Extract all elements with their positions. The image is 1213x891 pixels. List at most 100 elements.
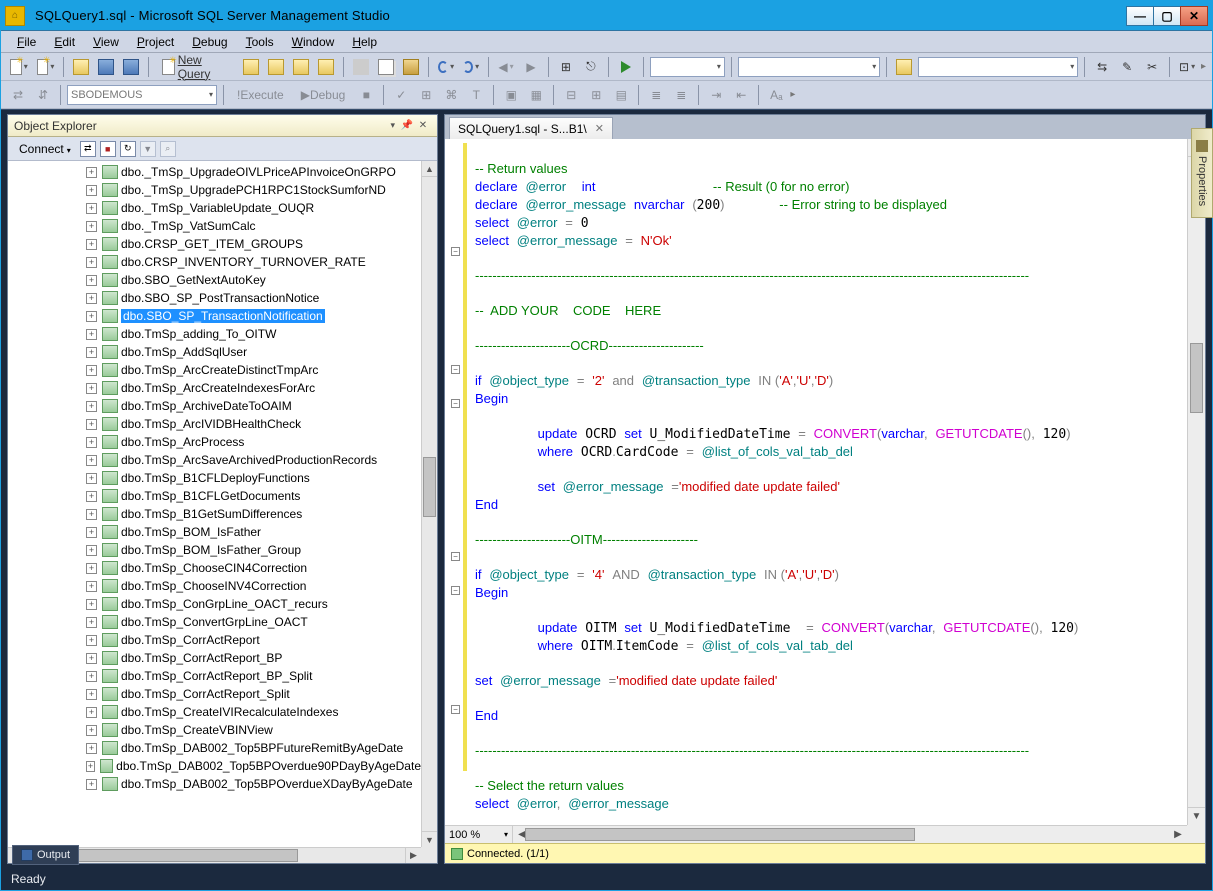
tree-node[interactable]: +dbo._TmSp_VatSumCalc <box>8 217 421 235</box>
query-option-3[interactable] <box>290 56 312 78</box>
tab-close-icon[interactable]: ✕ <box>595 122 604 135</box>
tree-node[interactable]: +dbo.TmSp_ArcCreateIndexesForArc <box>8 379 421 397</box>
results-file-button[interactable]: ▤ <box>610 84 632 106</box>
expander-icon[interactable]: + <box>86 419 97 430</box>
window-position-icon[interactable]: ▾ <box>390 120 395 131</box>
close-button[interactable]: ✕ <box>1180 6 1208 26</box>
change-conn-icon[interactable]: ⇵ <box>32 84 54 106</box>
parse-button[interactable]: ✓ <box>390 84 412 106</box>
menu-window[interactable]: Window <box>284 33 343 51</box>
tree-node[interactable]: +dbo.TmSp_ArcCreateDistinctTmpArc <box>8 361 421 379</box>
tree-vertical-scrollbar[interactable]: ▲▼ <box>421 161 437 847</box>
tree-node[interactable]: +dbo.TmSp_BOM_IsFather <box>8 523 421 541</box>
tree-node[interactable]: +dbo.TmSp_adding_To_OITW <box>8 325 421 343</box>
estimated-plan-button[interactable]: ⊞ <box>415 84 437 106</box>
expander-icon[interactable]: + <box>86 563 97 574</box>
tree-node[interactable]: +dbo.TmSp_B1CFLDeployFunctions <box>8 469 421 487</box>
misc-1[interactable]: ⇆ <box>1091 56 1113 78</box>
tree-node[interactable]: +dbo.TmSp_CorrActReport_BP <box>8 649 421 667</box>
query-option-1[interactable] <box>240 56 262 78</box>
find-combo[interactable]: ▾ <box>738 57 880 77</box>
tree-node[interactable]: +dbo.TmSp_ArcIVIDBHealthCheck <box>8 415 421 433</box>
menu-debug[interactable]: Debug <box>184 33 235 51</box>
tree-node[interactable]: +dbo.TmSp_ArchiveDateToOAIM <box>8 397 421 415</box>
intellisense-button[interactable]: T <box>465 84 487 106</box>
expander-icon[interactable]: + <box>86 743 97 754</box>
connect-button[interactable]: Connect <box>14 141 76 157</box>
expander-icon[interactable]: + <box>86 761 95 772</box>
tree-node[interactable]: +dbo.TmSp_ArcProcess <box>8 433 421 451</box>
copy-button[interactable] <box>375 56 397 78</box>
minimize-button[interactable]: — <box>1126 6 1154 26</box>
zoom-combo[interactable]: 100 %▾ <box>445 825 513 843</box>
tree-node[interactable]: +dbo.TmSp_B1GetSumDifferences <box>8 505 421 523</box>
menu-tools[interactable]: Tools <box>238 33 282 51</box>
query-option-2[interactable] <box>265 56 287 78</box>
tree-node[interactable]: +dbo._TmSp_VariableUpdate_OUQR <box>8 199 421 217</box>
expander-icon[interactable]: + <box>86 599 97 610</box>
menu-view[interactable]: View <box>85 33 127 51</box>
expander-icon[interactable]: + <box>86 653 97 664</box>
save-all-button[interactable] <box>120 56 142 78</box>
disconnect-icon[interactable]: ⇄ <box>80 141 96 157</box>
expander-icon[interactable]: + <box>86 257 97 268</box>
expander-icon[interactable]: + <box>86 203 97 214</box>
debug-target-combo[interactable]: ▾ <box>650 57 725 77</box>
tree-node[interactable]: +dbo._TmSp_UpgradePCH1RPC1StockSumforND <box>8 181 421 199</box>
tree-node[interactable]: +dbo.SBO_SP_TransactionNotification <box>8 307 421 325</box>
expander-icon[interactable]: + <box>86 167 97 178</box>
menu-project[interactable]: Project <box>129 33 182 51</box>
editor-tab[interactable]: SQLQuery1.sql - S...B1\ ✕ <box>449 117 613 139</box>
expander-icon[interactable]: + <box>86 455 97 466</box>
tree-node[interactable]: +dbo.TmSp_DAB002_Top5BPOverdueXDayByAgeD… <box>8 775 421 793</box>
open-button[interactable] <box>70 56 92 78</box>
tree-node[interactable]: +dbo.SBO_GetNextAutoKey <box>8 271 421 289</box>
output-panel-button[interactable]: Output <box>12 845 79 865</box>
expander-icon[interactable]: + <box>86 725 97 736</box>
editor-vertical-scrollbar[interactable]: ▲▼ <box>1187 139 1205 825</box>
menu-file[interactable]: File <box>9 33 44 51</box>
add-item-button[interactable] <box>34 56 58 78</box>
panel-close-icon[interactable]: ✕ <box>415 119 431 133</box>
tree-node[interactable]: +dbo.TmSp_ConvertGrpLine_OACT <box>8 613 421 631</box>
expander-icon[interactable]: + <box>86 473 97 484</box>
results-text-button[interactable]: ⊟ <box>560 84 582 106</box>
expander-icon[interactable]: + <box>86 707 97 718</box>
expander-icon[interactable]: + <box>86 275 97 286</box>
expander-icon[interactable]: + <box>86 185 97 196</box>
paste-button[interactable] <box>400 56 422 78</box>
tree-node[interactable]: +dbo.TmSp_DAB002_Top5BPOverdue90PDayByAg… <box>8 757 421 775</box>
comment-button[interactable]: ≣ <box>645 84 667 106</box>
tree-node[interactable]: +dbo.TmSp_CreateIVIRecalculateIndexes <box>8 703 421 721</box>
start-button[interactable] <box>615 56 637 78</box>
options-button[interactable]: ⊡ <box>1176 56 1198 78</box>
misc-2[interactable]: ✎ <box>1116 56 1138 78</box>
server-combo[interactable]: ▾ <box>918 57 1078 77</box>
refresh-icon[interactable]: ↻ <box>120 141 136 157</box>
tree-node[interactable]: +dbo.TmSp_AddSqlUser <box>8 343 421 361</box>
expander-icon[interactable]: + <box>86 617 97 628</box>
misc-3[interactable]: ✂ <box>1141 56 1163 78</box>
cut-button[interactable] <box>350 56 372 78</box>
editor-horizontal-scrollbar[interactable]: ◀▶ <box>513 825 1187 843</box>
tree-node[interactable]: +dbo.TmSp_BOM_IsFather_Group <box>8 541 421 559</box>
search-icon[interactable]: ⌕ <box>160 141 176 157</box>
tree-node[interactable]: +dbo.TmSp_CorrActReport <box>8 631 421 649</box>
expander-icon[interactable]: + <box>86 671 97 682</box>
save-button[interactable] <box>95 56 117 78</box>
expander-icon[interactable]: + <box>86 635 97 646</box>
database-combo[interactable]: SBODEMOUS▾ <box>67 85 217 105</box>
debug-button[interactable]: ▶ Debug <box>294 84 353 106</box>
expander-icon[interactable]: + <box>86 779 97 790</box>
tree-node[interactable]: +dbo.SBO_SP_PostTransactionNotice <box>8 289 421 307</box>
tree-node[interactable]: +dbo.TmSp_CreateVBINView <box>8 721 421 739</box>
expander-icon[interactable]: + <box>86 239 97 250</box>
expander-icon[interactable]: + <box>86 365 97 376</box>
expander-icon[interactable]: + <box>86 545 97 556</box>
filter-icon[interactable]: ▼ <box>140 141 156 157</box>
expander-icon[interactable]: + <box>86 311 97 322</box>
query-options-button[interactable]: ⌘ <box>440 84 462 106</box>
object-explorer-tree[interactable]: +dbo._TmSp_UpgradeOIVLPriceAPInvoiceOnGR… <box>8 161 421 847</box>
tree-node[interactable]: +dbo.TmSp_CorrActReport_BP_Split <box>8 667 421 685</box>
undo-button[interactable] <box>435 56 457 78</box>
